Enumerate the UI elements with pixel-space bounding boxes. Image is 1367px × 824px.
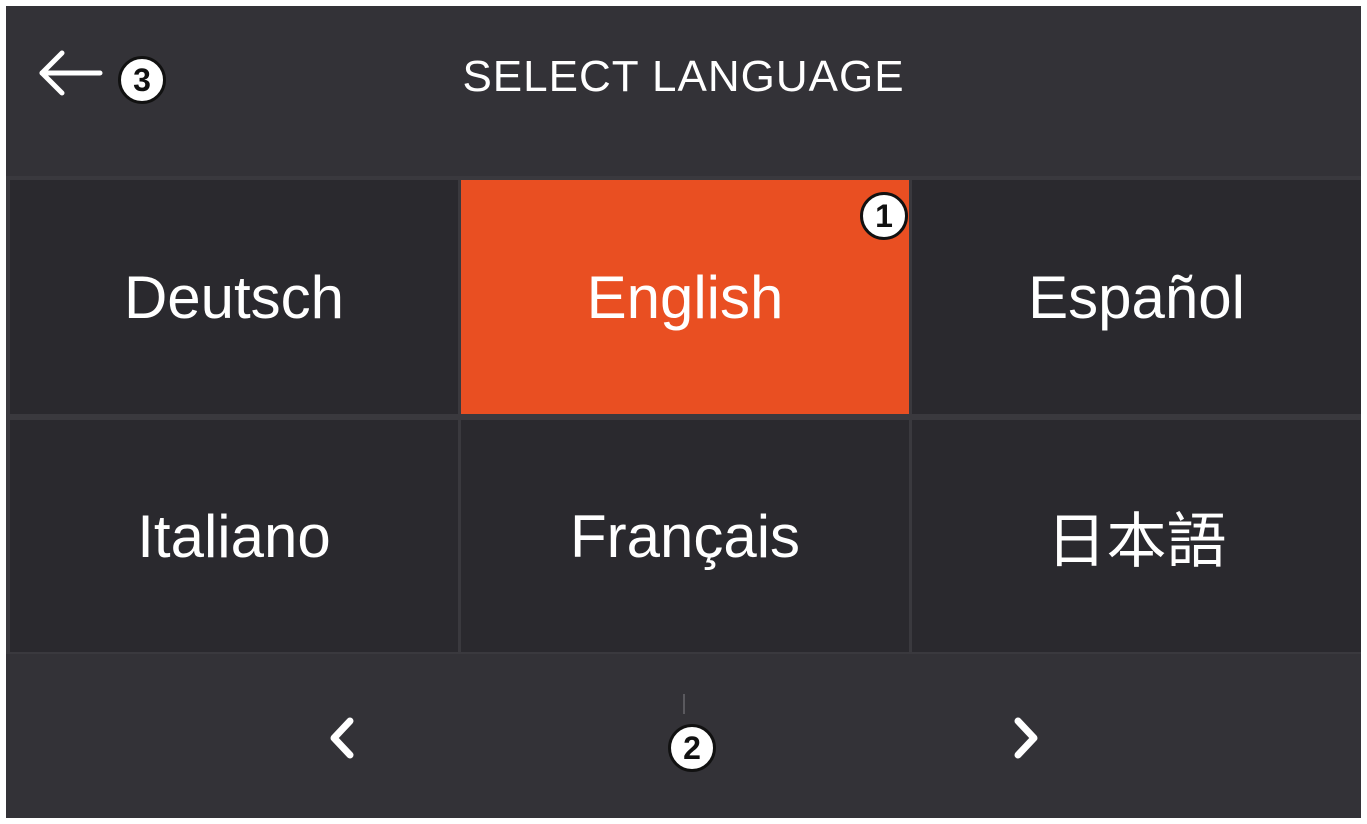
previous-page-button[interactable]	[312, 698, 372, 778]
language-grid: Deutsch English Español Italiano Françai…	[6, 176, 1361, 654]
chevron-right-icon	[1014, 717, 1038, 759]
header-bar: SELECT LANGUAGE	[6, 6, 1361, 176]
callout-marker-3: 3	[118, 56, 166, 104]
page-indicator	[683, 694, 685, 714]
callout-marker-2: 2	[668, 724, 716, 772]
language-option[interactable]: Español	[912, 180, 1361, 414]
next-page-button[interactable]	[996, 698, 1056, 778]
callout-marker-1: 1	[860, 192, 908, 240]
language-option[interactable]: Français	[461, 420, 909, 652]
page-title: SELECT LANGUAGE	[462, 52, 905, 101]
chevron-left-icon	[330, 717, 354, 759]
language-option-selected[interactable]: English	[461, 180, 909, 414]
language-option[interactable]: 日本語	[912, 420, 1361, 652]
language-select-screen: SELECT LANGUAGE Deutsch English Español …	[6, 6, 1361, 818]
language-option[interactable]: Italiano	[10, 420, 458, 652]
language-option[interactable]: Deutsch	[10, 180, 458, 414]
